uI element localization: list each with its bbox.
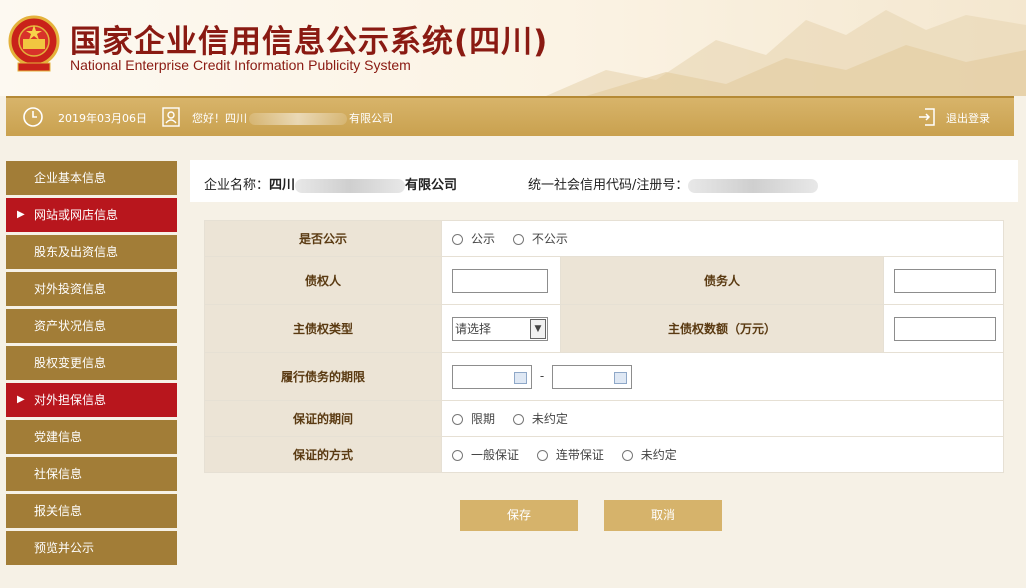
debt-term-label: 履行债务的期限 <box>204 352 442 401</box>
sidebar-item-guarantee-info[interactable]: ▶ 对外担保信息 <box>6 383 177 417</box>
debtor-label: 债务人 <box>560 256 884 305</box>
guarantee-period-label: 保证的期间 <box>204 400 442 437</box>
top-toolbar: 2019年03月06日 您好！四川 有限公司 退出登录 <box>6 96 1014 136</box>
claim-type-label: 主债权类型 <box>204 304 442 353</box>
creditor-label: 债权人 <box>204 256 442 305</box>
logout-link[interactable]: 退出登录 <box>946 110 990 126</box>
sidebar-item-social-security-info[interactable]: 社保信息 <box>6 457 177 491</box>
sidebar-item-customs-info[interactable]: 报关信息 <box>6 494 177 528</box>
sidebar-item-investment-info[interactable]: 对外投资信息 <box>6 272 177 306</box>
guarantee-mode-label: 保证的方式 <box>204 436 442 473</box>
arrow-right-icon: ▶ <box>17 394 25 405</box>
guarantee-period-options: 限期 未约定 <box>441 400 1004 437</box>
save-button[interactable]: 保存 <box>460 500 578 531</box>
calendar-icon[interactable] <box>514 371 527 384</box>
sidebar-item-shareholder-info[interactable]: 股东及出资信息 <box>6 235 177 269</box>
term-start-date[interactable] <box>452 364 532 389</box>
debtor-input[interactable] <box>894 268 996 293</box>
claim-type-select[interactable]: 请选择 ▼ <box>452 316 548 341</box>
calendar-icon[interactable] <box>614 371 627 384</box>
cancel-button[interactable]: 取消 <box>604 500 722 531</box>
radio-icon[interactable] <box>452 450 463 461</box>
sidebar-item-basic-info[interactable]: 企业基本信息 <box>6 161 177 195</box>
clock-icon <box>23 107 43 127</box>
redacted-text <box>295 178 406 193</box>
company-name: 企业名称：四川 有限公司 <box>204 178 458 193</box>
chevron-down-icon[interactable]: ▼ <box>530 318 546 339</box>
sidebar-item-website-info[interactable]: ▶ 网站或网店信息 <box>6 198 177 232</box>
radio-period-limited[interactable]: 限期 <box>452 412 495 426</box>
radio-icon[interactable] <box>452 234 463 245</box>
radio-icon[interactable] <box>621 450 633 461</box>
guarantee-mode-options: 一般保证 连带保证 未约定 <box>441 436 1004 473</box>
claim-amount-input[interactable] <box>894 316 996 341</box>
radio-icon[interactable] <box>536 450 548 461</box>
claim-amount-label: 主债权数额（万元） <box>560 304 884 353</box>
guarantee-form: 是否公示 公示 不公示 债权人 债务人 主债权类型 请选择 ▼ 主债权数额（万元）… <box>204 220 1004 473</box>
user-icon <box>162 107 180 127</box>
credit-code: 统一社会信用代码/注册号： <box>528 174 819 193</box>
sidebar-menu: 企业基本信息 ▶ 网站或网店信息 股东及出资信息 对外投资信息 资产状况信息 股权… <box>6 161 177 568</box>
debt-term-range: - <box>441 352 1004 401</box>
radio-mode-unspecified[interactable]: 未约定 <box>621 448 677 462</box>
radio-publicize-no[interactable]: 不公示 <box>512 232 568 246</box>
creditor-input[interactable] <box>452 268 548 293</box>
site-header: 国家企业信用信息公示系统(四川) National Enterprise Cre… <box>0 0 1026 96</box>
radio-mode-joint[interactable]: 连带保证 <box>536 448 604 462</box>
sidebar-item-assets-info[interactable]: 资产状况信息 <box>6 309 177 343</box>
mountain-decoration <box>546 10 1026 96</box>
logout-icon[interactable] <box>916 106 938 128</box>
radio-mode-general[interactable]: 一般保证 <box>452 448 519 462</box>
radio-publicize-yes[interactable]: 公示 <box>452 232 495 246</box>
date-separator: - <box>539 369 545 383</box>
user-greeting: 您好！四川 有限公司 <box>192 112 393 125</box>
publicize-options: 公示 不公示 <box>441 220 1004 257</box>
site-subtitle: National Enterprise Credit Information P… <box>70 57 411 73</box>
redacted-text <box>688 178 819 193</box>
national-emblem-icon <box>8 15 60 72</box>
sidebar-item-party-info[interactable]: 党建信息 <box>6 420 177 454</box>
radio-icon[interactable] <box>452 414 463 425</box>
arrow-right-icon: ▶ <box>17 209 25 220</box>
radio-icon[interactable] <box>512 234 524 245</box>
sidebar-item-equity-change-info[interactable]: 股权变更信息 <box>6 346 177 380</box>
term-end-date[interactable] <box>552 364 632 389</box>
site-title: 国家企业信用信息公示系统(四川) <box>70 24 549 60</box>
current-date: 2019年03月06日 <box>58 112 147 125</box>
company-info-bar: 企业名称：四川 有限公司 统一社会信用代码/注册号： <box>190 160 1018 202</box>
radio-icon[interactable] <box>512 414 524 425</box>
sidebar-item-preview-publish[interactable]: 预览并公示 <box>6 531 177 565</box>
publicize-label: 是否公示 <box>204 220 442 257</box>
redacted-text <box>249 113 347 125</box>
radio-period-unspecified[interactable]: 未约定 <box>512 412 568 426</box>
